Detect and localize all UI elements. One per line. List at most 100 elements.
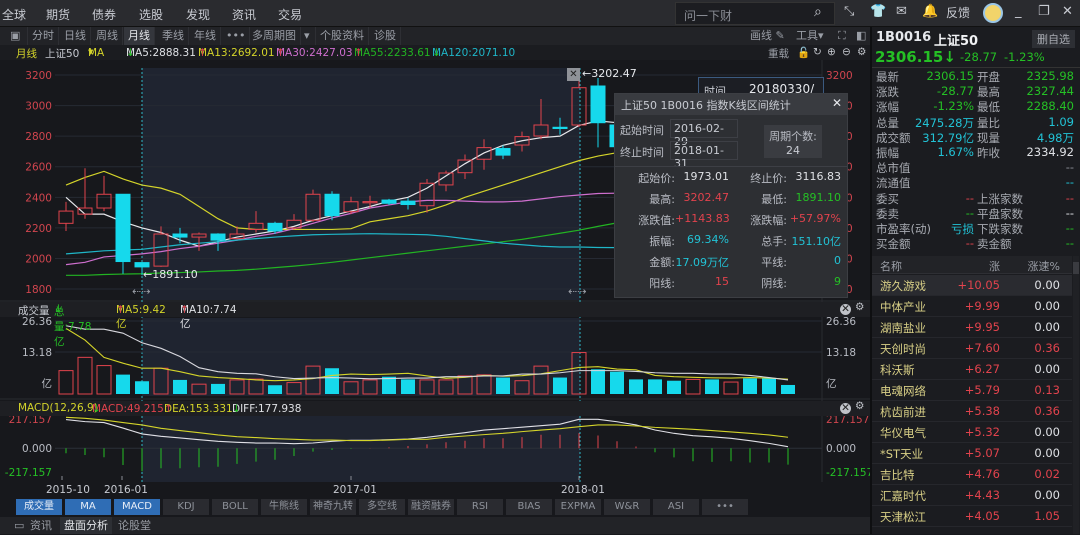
speed-pct: 0.00: [1034, 299, 1060, 313]
menu-stock-picker[interactable]: 选股: [139, 6, 163, 23]
stock-name: 吉比特: [880, 468, 915, 482]
close-pane-icon[interactable]: ✕: [840, 304, 851, 315]
change-pct: +5.32: [964, 425, 1000, 439]
search-input[interactable]: 问一下财 ⌕: [675, 2, 835, 25]
stat-label: 金额:: [649, 256, 675, 269]
indicator-tab[interactable]: 多空线: [359, 499, 405, 515]
indicator-tab[interactable]: BOLL: [212, 499, 258, 515]
indicator-tab[interactable]: MACD: [114, 499, 160, 515]
tab-news[interactable]: 资讯: [26, 517, 56, 534]
ranking-row[interactable]: 游久游戏 +10.05 0.00: [872, 275, 1072, 296]
close-button[interactable]: ✕: [1062, 4, 1073, 19]
restore-button[interactable]: ❐: [1038, 4, 1050, 19]
tab-daily[interactable]: 日线: [60, 27, 91, 45]
macd-value-text: MACD:49.215: [92, 403, 164, 415]
indicator-tab[interactable]: KDJ: [163, 499, 209, 515]
zoom-out-icon[interactable]: ⊖: [842, 46, 851, 58]
range-end-drag-handle[interactable]: ⇠⇢: [568, 285, 586, 298]
col-name[interactable]: 名称: [880, 258, 902, 274]
col-speed-pct[interactable]: 涨速%: [1022, 258, 1060, 274]
end-time-field[interactable]: 2018-01-31: [670, 141, 738, 170]
ranking-scrollbar[interactable]: [1073, 256, 1079, 534]
mail-icon[interactable]: ✉: [896, 4, 907, 19]
tab-intraday[interactable]: 分时: [28, 27, 59, 45]
tab-monthly[interactable]: 月线: [124, 27, 155, 45]
more-periods-button[interactable]: •••: [222, 27, 251, 45]
menu-bonds[interactable]: 债券: [92, 6, 116, 23]
indicator-tab[interactable]: W&R: [604, 499, 650, 515]
remove-watchlist-button[interactable]: 删自选: [1032, 30, 1075, 48]
settings-icon[interactable]: ⚙: [857, 46, 866, 58]
indicator-tab[interactable]: 牛熊线: [261, 499, 307, 515]
indicator-tab[interactable]: 神奇九转: [310, 499, 356, 515]
menu-futures[interactable]: 期货: [46, 6, 70, 23]
minimize-button[interactable]: _: [1015, 4, 1022, 19]
ranking-row[interactable]: 天创时尚 +7.60 0.36: [872, 338, 1072, 359]
shirt-icon[interactable]: 👕: [870, 4, 886, 19]
ranking-row[interactable]: 科沃斯 +6.27 0.00: [872, 359, 1072, 380]
tools-dropdown[interactable]: 工具▾: [792, 27, 828, 45]
candle-body: [286, 219, 302, 229]
ranking-row[interactable]: 电魂网络 +5.79 0.13: [872, 380, 1072, 401]
quote-label: 流通值: [876, 176, 911, 191]
draw-line-button[interactable]: 画线 ✎: [746, 27, 789, 45]
close-icon[interactable]: ✕: [832, 96, 842, 110]
close-pane-icon[interactable]: ✕: [840, 403, 851, 414]
ranking-row[interactable]: 湖南盐业 +9.95 0.00: [872, 317, 1072, 338]
scrollbar-thumb[interactable]: [1073, 262, 1079, 274]
tab-yearly[interactable]: 年线: [190, 27, 221, 45]
shrink-icon[interactable]: ⤡: [844, 4, 854, 19]
search-icon[interactable]: ⌕: [814, 4, 822, 20]
tab-weekly[interactable]: 周线: [92, 27, 123, 45]
refresh-icon[interactable]: ↻: [813, 46, 822, 58]
panel-toggle-icon[interactable]: ◧: [852, 27, 870, 45]
menu-news[interactable]: 资讯: [232, 6, 256, 23]
quote-value: --: [965, 205, 974, 220]
ranking-row[interactable]: 汇嘉时代 +4.43 0.00: [872, 485, 1072, 506]
feedback-link[interactable]: 反馈: [946, 4, 970, 21]
menu-trade[interactable]: 交易: [278, 6, 302, 23]
avatar[interactable]: [983, 3, 1003, 23]
sidebar-toggle-icon[interactable]: ▣: [6, 27, 28, 45]
indicator-tab[interactable]: MA: [65, 499, 111, 515]
remove-range-icon[interactable]: ✕: [567, 68, 580, 81]
stock-name: 中体产业: [880, 300, 926, 314]
start-time-field[interactable]: 2016-02-29: [670, 119, 738, 148]
indicator-tab[interactable]: 融资融券: [408, 499, 454, 515]
candle-body: [362, 201, 378, 204]
multi-period-chart-button[interactable]: 多周期图: [248, 27, 301, 45]
bell-icon[interactable]: 🔔: [922, 4, 938, 19]
ranking-row[interactable]: 天津松江 +4.05 1.05: [872, 506, 1072, 527]
menu-global[interactable]: 全球: [2, 6, 26, 23]
range-start-drag-handle[interactable]: ⇠⇢: [132, 285, 150, 298]
ranking-row[interactable]: *ST天业 +5.07 0.00: [872, 443, 1072, 464]
indicator-tab[interactable]: EXPMA: [555, 499, 601, 515]
settings-icon[interactable]: ⚙: [855, 301, 864, 313]
indicator-tab[interactable]: 成交量: [16, 499, 62, 515]
indicator-tab[interactable]: BIAS: [506, 499, 552, 515]
tab-market-analysis[interactable]: 盘面分析: [60, 517, 112, 534]
fullscreen-icon[interactable]: ⛶: [834, 27, 850, 45]
period-count-box: 周期个数: 24: [764, 125, 822, 158]
volume-axis-label-right: 亿: [826, 377, 837, 390]
indicator-tab[interactable]: •••: [702, 499, 748, 515]
quote-row: 委买 -- 上涨家数 --: [872, 191, 1078, 207]
ranking-row[interactable]: 华仪电气 +5.32 0.00: [872, 422, 1072, 443]
lock-icon[interactable]: 🔓: [797, 46, 810, 59]
settings-icon[interactable]: ⚙: [855, 400, 864, 412]
stock-profile-button[interactable]: 个股资料: [316, 27, 369, 45]
ranking-row[interactable]: 吉比特 +4.76 0.02: [872, 464, 1072, 485]
stock-name: 科沃斯: [880, 363, 915, 377]
zoom-in-icon[interactable]: ⊕: [827, 46, 836, 58]
ranking-row[interactable]: 中体产业 +9.99 0.00: [872, 296, 1072, 317]
indicator-tab[interactable]: ASI: [653, 499, 699, 515]
chevron-down-icon[interactable]: ▾: [300, 27, 316, 45]
reload-button[interactable]: 重载: [768, 46, 789, 61]
diagnosis-button[interactable]: 诊股: [370, 27, 401, 45]
tab-stock-forum[interactable]: 论股堂: [114, 517, 155, 534]
tab-quarterly[interactable]: 季线: [158, 27, 189, 45]
menu-discover[interactable]: 发现: [186, 6, 210, 23]
ranking-row[interactable]: 杭齿前进 +5.38 0.36: [872, 401, 1072, 422]
ma-dropdown[interactable]: MA ▾: [88, 46, 104, 59]
indicator-tab[interactable]: RSI: [457, 499, 503, 515]
